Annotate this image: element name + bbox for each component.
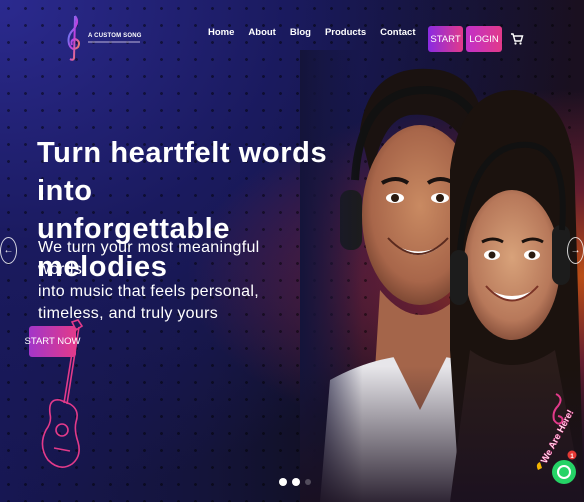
slider-dot-1[interactable] [279,478,287,486]
subtext-line-1: We turn your most meaningful words [38,239,260,278]
hero-section: A CUSTOM SONG Home About Blog Products C… [0,0,584,502]
logo-name: A CUSTOM SONG [88,33,142,39]
start-now-button[interactable]: START NOW [25,326,80,357]
slider-next-button[interactable]: → [567,237,584,264]
chat-widget[interactable]: We Are Here! 1 [536,392,584,496]
nav-products[interactable]: Products [325,27,366,38]
treble-clef-logo-icon [67,15,80,61]
nav-contact[interactable]: Contact [380,27,415,38]
slider-dot-3[interactable] [305,479,311,485]
slider-pagination [279,478,311,486]
subtext-line-2: into music that feels personal, [38,283,259,300]
nav-home[interactable]: Home [208,27,234,38]
slider-prev-button[interactable]: ← [0,237,17,264]
nav-blog[interactable]: Blog [290,27,311,38]
start-button[interactable]: START [428,26,463,52]
cart-icon[interactable] [510,32,524,46]
login-button[interactable]: LOGIN [466,26,502,52]
headline-line-1: Turn heartfelt words into [37,137,328,207]
site-logo[interactable]: A CUSTOM SONG [64,14,142,62]
main-nav: Home About Blog Products Contact [208,27,416,38]
nav-about[interactable]: About [248,27,275,38]
logo-tagline [88,41,140,43]
hero-subtext: We turn your most meaningful words into … [38,237,298,325]
slider-dot-2[interactable] [292,478,300,486]
